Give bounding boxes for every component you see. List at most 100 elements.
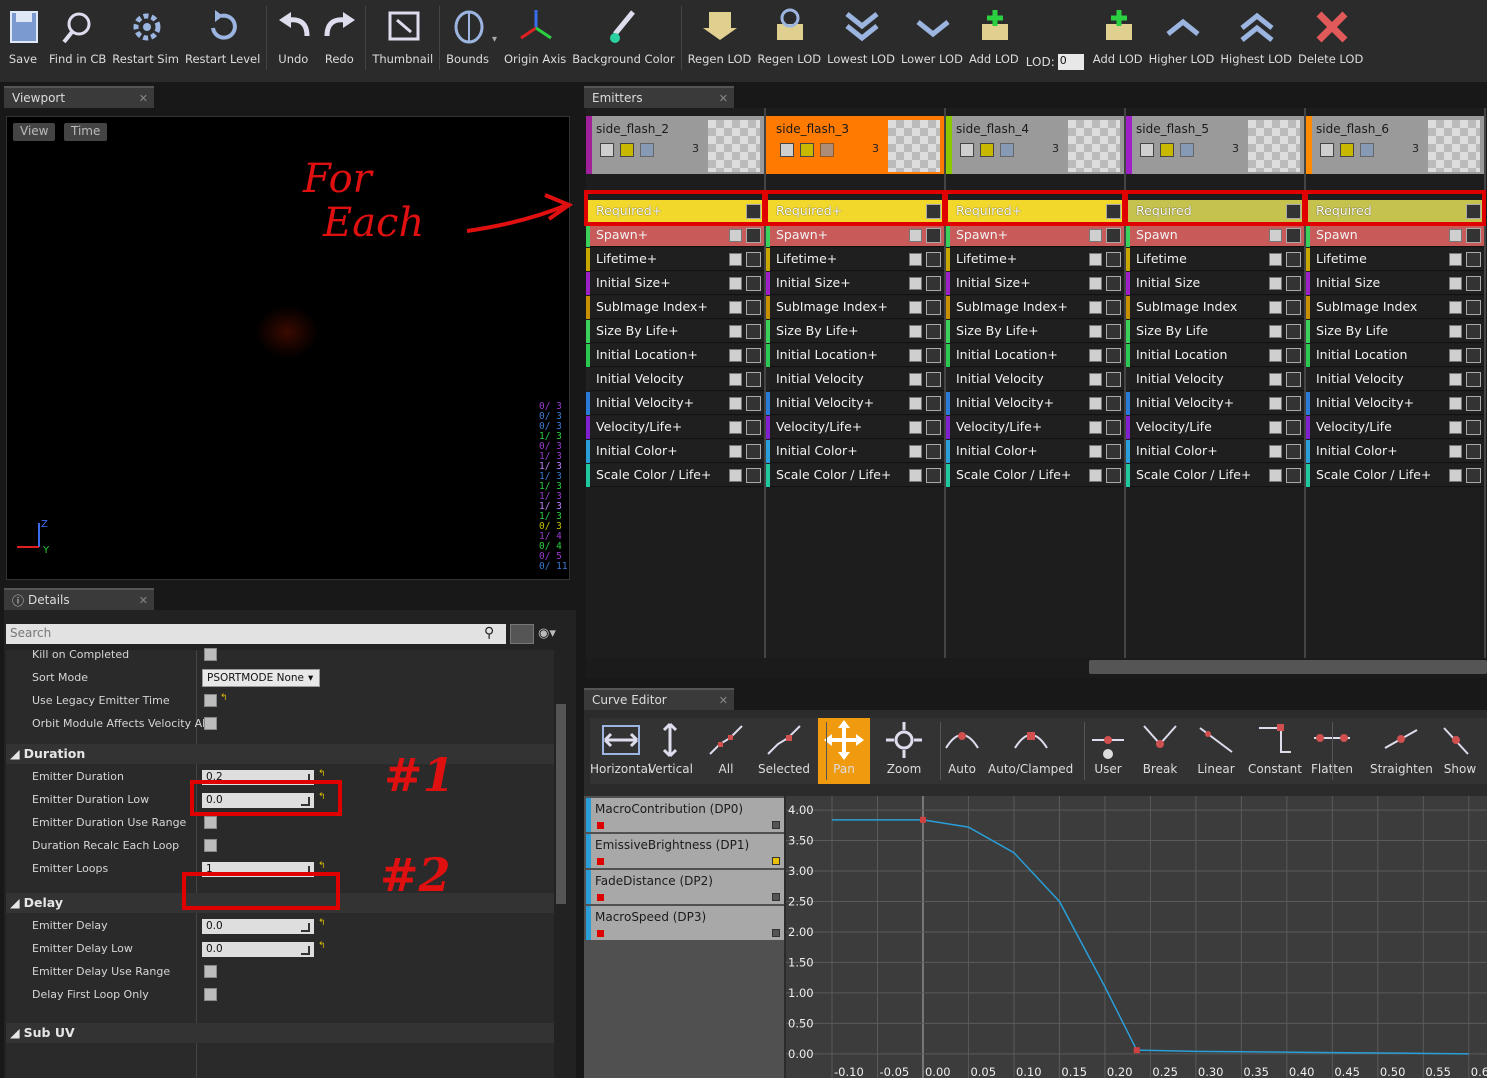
module-enable-checkbox[interactable] <box>1449 325 1462 338</box>
module-enable-checkbox[interactable] <box>729 253 742 266</box>
curve-graph-icon[interactable] <box>1466 444 1481 459</box>
highest-button[interactable]: Highest LOD <box>1217 4 1295 74</box>
reset-arrow-icon[interactable]: ↰ <box>220 693 228 703</box>
module-row[interactable]: Initial Location+ <box>586 344 764 367</box>
module-enable-checkbox[interactable] <box>909 445 922 458</box>
module-spawn[interactable]: Spawn+ <box>586 224 764 247</box>
module-row[interactable]: Initial Velocity+ <box>1306 392 1484 415</box>
close-icon[interactable]: ✕ <box>139 92 148 105</box>
module-row[interactable]: SubImage Index+ <box>586 296 764 319</box>
curve-graph-icon[interactable] <box>746 348 761 363</box>
curve-plot[interactable]: -0.10 -0.05 0.00 0.05 0.10 0.15 0.20 0.25 0.30 0.… <box>786 796 1487 1078</box>
module-enable-checkbox[interactable] <box>729 397 742 410</box>
curve-graph-icon[interactable] <box>1106 300 1121 315</box>
category-subuv[interactable]: ◢ Sub UV <box>6 1023 554 1043</box>
module-row[interactable]: SubImage Index+ <box>766 296 944 319</box>
curve-graph-icon[interactable] <box>1106 468 1121 483</box>
curve-graph-icon[interactable] <box>1106 276 1121 291</box>
search-input[interactable]: Search <box>6 624 506 644</box>
curve-graph-icon[interactable] <box>1286 252 1301 267</box>
reset-arrow-icon[interactable]: ↰ <box>318 769 326 779</box>
find-button[interactable]: Find in CB <box>46 4 109 74</box>
curve-graph-icon[interactable] <box>926 468 941 483</box>
module-enable-checkbox[interactable] <box>1269 469 1282 482</box>
property-value-field[interactable]: 0.0 <box>202 942 314 957</box>
module-enable-checkbox[interactable] <box>1269 445 1282 458</box>
curve-graph-icon[interactable] <box>1466 324 1481 339</box>
module-enable-checkbox[interactable] <box>1089 421 1102 434</box>
module-row[interactable]: Initial Velocity <box>1126 368 1304 391</box>
curve-graph-icon[interactable] <box>1286 468 1301 483</box>
curve-graph-icon[interactable] <box>1286 396 1301 411</box>
tab-details[interactable]: ⓘ Details ✕ <box>4 588 154 610</box>
tab-emitters[interactable]: Emitters ✕ <box>584 86 734 108</box>
autoclamped-button[interactable]: Auto/Clamped <box>988 718 1073 784</box>
module-row[interactable]: Initial Color+ <box>766 440 944 463</box>
curve-graph-icon[interactable] <box>926 444 941 459</box>
module-row[interactable]: Scale Color / Life+ <box>1126 464 1304 487</box>
curve-graph-icon[interactable] <box>1286 300 1301 315</box>
emitter-render-mode-icon[interactable] <box>1340 143 1354 157</box>
module-row[interactable]: Velocity/Life+ <box>766 416 944 439</box>
module-enable-checkbox[interactable] <box>1269 301 1282 314</box>
curve-graph-icon[interactable] <box>1466 228 1481 243</box>
break-button[interactable]: Break <box>1138 718 1182 784</box>
module-enable-checkbox[interactable] <box>909 301 922 314</box>
module-enable-checkbox[interactable] <box>729 301 742 314</box>
module-enable-checkbox[interactable] <box>1089 229 1102 242</box>
module-row[interactable]: Initial Color+ <box>1306 440 1484 463</box>
emitter-solo-icon[interactable] <box>820 143 834 157</box>
emitter-enable-checkbox[interactable] <box>600 143 614 157</box>
module-enable-checkbox[interactable] <box>909 469 922 482</box>
curve-graph-icon[interactable] <box>1286 444 1301 459</box>
module-row[interactable]: Initial Velocity+ <box>766 392 944 415</box>
curve-graph-icon[interactable] <box>746 228 761 243</box>
module-enable-checkbox[interactable] <box>1269 277 1282 290</box>
view-options-icon[interactable] <box>510 624 534 644</box>
origin-button[interactable]: Origin Axis <box>501 4 569 74</box>
module-row[interactable]: Initial Location <box>1306 344 1484 367</box>
regen2-button[interactable]: Regen LOD <box>754 4 824 74</box>
emitter-header[interactable]: side_flash_2 3 <box>586 116 764 174</box>
module-enable-checkbox[interactable] <box>909 349 922 362</box>
module-enable-checkbox[interactable] <box>1089 373 1102 386</box>
curve-graph-icon[interactable] <box>1466 396 1481 411</box>
time-button[interactable]: Time <box>64 123 108 141</box>
details-scrollbar[interactable] <box>556 704 566 904</box>
curve-graph-icon[interactable] <box>1286 276 1301 291</box>
curve-graph-icon[interactable] <box>1106 372 1121 387</box>
thumbnail-button[interactable]: Thumbnail <box>369 4 436 74</box>
save-button[interactable]: Save <box>0 4 46 74</box>
emitter-enable-checkbox[interactable] <box>1320 143 1334 157</box>
tab-viewport[interactable]: Viewport ✕ <box>4 86 154 108</box>
module-row[interactable]: Scale Color / Life+ <box>1306 464 1484 487</box>
module-row[interactable]: Velocity/Life <box>1306 416 1484 439</box>
emitters-scrollbar[interactable] <box>1089 660 1487 674</box>
module-row[interactable]: Initial Velocity+ <box>946 392 1124 415</box>
module-enable-checkbox[interactable] <box>1089 277 1102 290</box>
module-enable-checkbox[interactable] <box>1089 349 1102 362</box>
curve-graph-icon[interactable] <box>1106 348 1121 363</box>
module-enable-checkbox[interactable] <box>1269 421 1282 434</box>
module-enable-checkbox[interactable] <box>1089 397 1102 410</box>
straighten-button[interactable]: Straighten <box>1370 718 1433 784</box>
module-enable-checkbox[interactable] <box>909 421 922 434</box>
curve-graph-icon[interactable] <box>926 252 941 267</box>
module-enable-checkbox[interactable] <box>729 277 742 290</box>
curve-graph-icon[interactable] <box>746 444 761 459</box>
module-enable-checkbox[interactable] <box>1089 325 1102 338</box>
emitter-render-mode-icon[interactable] <box>980 143 994 157</box>
lod-selector[interactable]: LOD: 0 <box>1026 54 1084 70</box>
module-row[interactable]: Size By Life+ <box>586 320 764 343</box>
property-checkbox[interactable] <box>204 965 217 978</box>
close-icon[interactable]: ✕ <box>139 594 148 607</box>
emitter-solo-icon[interactable] <box>1180 143 1194 157</box>
property-value-field[interactable]: 0.0 <box>202 919 314 934</box>
curve-graph-icon[interactable] <box>746 276 761 291</box>
bounds-button[interactable]: Bounds <box>443 4 492 74</box>
module-row[interactable]: Initial Velocity+ <box>586 392 764 415</box>
show-button[interactable]: Show <box>1438 718 1482 784</box>
module-row[interactable]: Initial Size+ <box>586 272 764 295</box>
module-enable-checkbox[interactable] <box>1449 349 1462 362</box>
module-enable-checkbox[interactable] <box>1449 229 1462 242</box>
